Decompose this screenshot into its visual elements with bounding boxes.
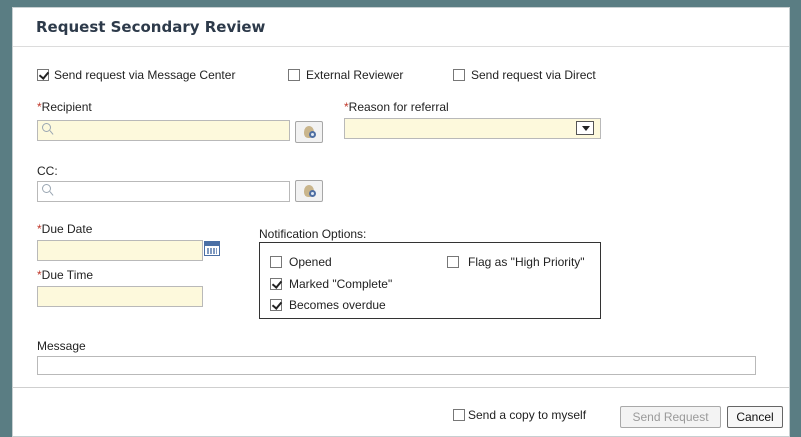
send-request-button[interactable]: Send Request: [620, 406, 721, 428]
recipient-input[interactable]: [37, 120, 290, 141]
reason-label: *Reason for referral: [344, 100, 449, 114]
marked-complete-checkbox[interactable]: [270, 278, 282, 290]
reason-label-text: Reason for referral: [348, 100, 449, 114]
high-priority-label: Flag as "High Priority": [468, 255, 585, 269]
external-reviewer-label: External Reviewer: [306, 68, 404, 82]
direct-checkbox[interactable]: [453, 69, 465, 81]
opened-checkbox[interactable]: [270, 256, 282, 268]
request-secondary-review-dialog: Request Secondary Review Send request vi…: [12, 7, 790, 437]
search-icon: [42, 184, 51, 193]
due-time-input[interactable]: [37, 286, 203, 307]
copy-to-self-checkbox[interactable]: [453, 409, 465, 421]
due-date-label-text: Due Date: [41, 222, 93, 236]
message-center-checkbox[interactable]: [37, 69, 49, 81]
search-icon: [42, 123, 51, 132]
recipient-label-text: Recipient: [41, 100, 92, 114]
due-date-label: *Due Date: [37, 222, 92, 236]
recipient-label: *Recipient: [37, 100, 92, 114]
notification-options-label: Notification Options:: [259, 227, 367, 241]
copy-to-self-label: Send a copy to myself: [468, 408, 587, 422]
lookup-lens: [309, 131, 316, 138]
cc-lookup-button[interactable]: [295, 180, 323, 202]
high-priority-checkbox[interactable]: [447, 256, 459, 268]
message-input[interactable]: [37, 356, 756, 375]
calendar-icon[interactable]: [204, 241, 220, 256]
reason-select[interactable]: [344, 118, 601, 139]
external-reviewer-checkbox[interactable]: [288, 69, 300, 81]
recipient-lookup-button[interactable]: [295, 121, 323, 143]
becomes-overdue-label: Becomes overdue: [289, 298, 386, 312]
due-date-input[interactable]: [37, 240, 203, 261]
opened-label: Opened: [289, 255, 332, 269]
dialog-title: Request Secondary Review: [36, 18, 266, 36]
footer-divider: [13, 387, 789, 388]
message-center-label: Send request via Message Center: [54, 68, 236, 82]
cancel-button[interactable]: Cancel: [727, 406, 783, 428]
direct-label: Send request via Direct: [471, 68, 596, 82]
due-time-label: *Due Time: [37, 268, 93, 282]
message-label: Message: [37, 339, 86, 353]
becomes-overdue-checkbox[interactable]: [270, 299, 282, 311]
due-time-label-text: Due Time: [41, 268, 94, 282]
dialog-title-bar: Request Secondary Review: [13, 8, 789, 47]
notification-options-box: Opened Marked "Complete" Becomes overdue…: [259, 242, 601, 319]
marked-complete-label: Marked "Complete": [289, 277, 393, 291]
cc-label: CC:: [37, 164, 58, 178]
cc-input[interactable]: [37, 181, 290, 202]
chevron-down-icon[interactable]: [576, 121, 594, 135]
lookup-lens: [309, 190, 316, 197]
